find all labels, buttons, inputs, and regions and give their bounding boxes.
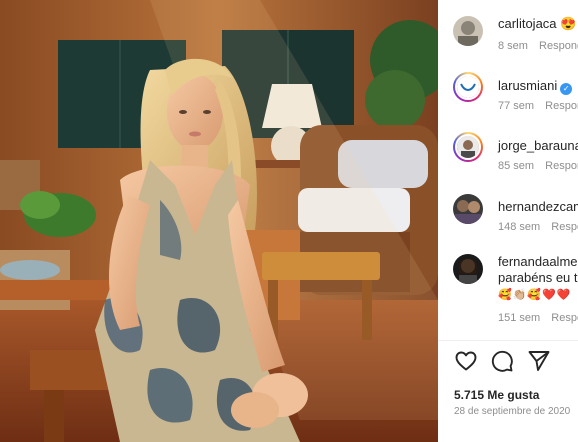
post-image[interactable]	[0, 0, 438, 442]
comment-text: 😍	[560, 16, 577, 31]
comment-username[interactable]: fernandaalmeida	[498, 254, 578, 270]
post-photo-illustration	[0, 0, 438, 442]
divider	[438, 340, 578, 341]
username-text[interactable]: jorge_barauna	[498, 138, 578, 153]
comment-age: 77 sem	[498, 100, 535, 112]
reply-button[interactable]: Responder	[545, 160, 578, 172]
reply-button[interactable]: Responder	[551, 221, 578, 233]
avatar[interactable]	[453, 72, 483, 102]
comment-age: 151 sem	[498, 312, 541, 324]
avatar[interactable]	[453, 254, 483, 284]
comment-item: hernandezcampos 148 sem Responder	[438, 194, 578, 238]
username-text[interactable]: hernandezcampos	[498, 199, 578, 214]
heart-outline-icon[interactable]	[454, 349, 478, 373]
comment-emojis: 🥰👏🏼🥰❤️❤️	[498, 289, 572, 301]
likes-count[interactable]: 5.715 Me gusta	[454, 388, 539, 402]
post-side-panel: carlitojaca 😍 8 sem Responder larusmiani…	[438, 0, 578, 442]
avatar-image	[455, 74, 481, 100]
comment-meta: 151 sem Responder	[498, 312, 578, 324]
avatar[interactable]	[453, 194, 483, 224]
username-text[interactable]: carlitojaca	[498, 16, 557, 31]
avatar-image	[455, 134, 481, 160]
comment-item: fernandaalmeida parabéns eu te amo 🥰👏🏼🥰❤…	[438, 254, 578, 334]
paper-plane-icon[interactable]	[527, 349, 551, 373]
comment-text: parabéns eu te amo	[498, 270, 578, 285]
avatar-image	[453, 16, 483, 46]
avatar-image	[453, 194, 483, 224]
comment-meta: 85 sem Responder	[498, 160, 578, 172]
comment-item: larusmiani✓ 77 sem Responder	[438, 72, 578, 116]
comment-item: jorge_barauna 85 sem Responder	[438, 132, 578, 176]
comment-username[interactable]: hernandezcampos	[498, 199, 578, 215]
post-actions	[454, 349, 574, 375]
reply-button[interactable]: Responder	[545, 100, 578, 112]
comment-meta: 148 sem Responder	[498, 221, 578, 233]
comments-list[interactable]: carlitojaca 😍 8 sem Responder larusmiani…	[438, 0, 578, 340]
reply-button[interactable]: Responder	[551, 312, 578, 324]
reply-button[interactable]: Responder	[539, 40, 578, 52]
avatar-image	[453, 254, 483, 284]
avatar[interactable]	[453, 132, 483, 162]
comment-username[interactable]: carlitojaca 😍	[498, 16, 576, 32]
username-text[interactable]: fernandaalmeida	[498, 254, 578, 269]
comment-meta: 77 sem Responder	[498, 100, 578, 112]
comment-age: 85 sem	[498, 160, 535, 172]
post-date[interactable]: 28 de septiembre de 2020	[454, 406, 570, 417]
comment-username[interactable]: jorge_barauna	[498, 138, 578, 154]
comment-username[interactable]: larusmiani ✓	[498, 78, 573, 95]
username-text[interactable]: larusmiani	[498, 78, 557, 93]
comment-meta: 8 sem Responder	[498, 40, 578, 52]
avatar[interactable]	[453, 16, 483, 46]
comment-item: carlitojaca 😍 8 sem Responder	[438, 16, 578, 60]
verified-badge-icon: ✓	[560, 83, 573, 95]
comment-age: 8 sem	[498, 40, 528, 52]
comment-bubble-icon[interactable]	[490, 349, 514, 373]
comment-age: 148 sem	[498, 221, 541, 233]
